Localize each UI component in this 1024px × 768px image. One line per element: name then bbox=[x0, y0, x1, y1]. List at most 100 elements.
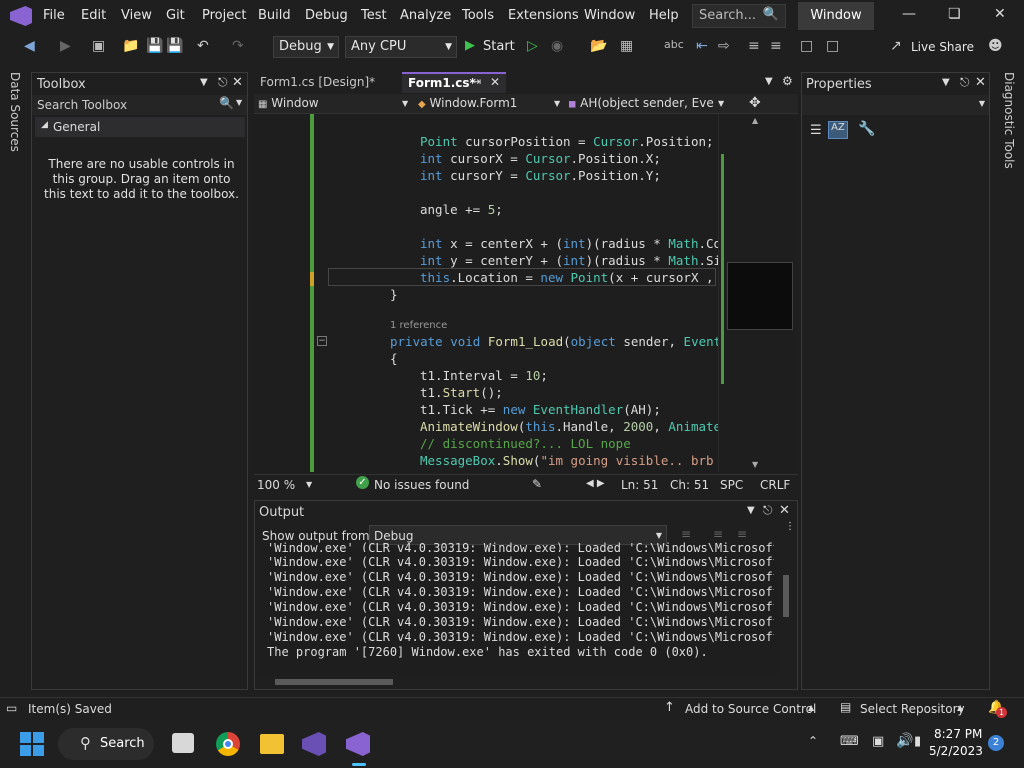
minimap-scrollbar[interactable]: ▲ ▼ bbox=[718, 114, 794, 472]
start-button[interactable]: Start bbox=[483, 39, 515, 54]
categorized-icon[interactable]: ☰ bbox=[810, 123, 822, 138]
indent-icon[interactable]: ⇨ bbox=[718, 38, 730, 54]
battery-icon[interactable]: ▮ bbox=[914, 734, 921, 749]
menu-edit[interactable]: Edit bbox=[81, 8, 106, 23]
menu-extensions[interactable]: Extensions bbox=[508, 8, 579, 23]
keyboard-icon[interactable]: ⌨ bbox=[840, 734, 859, 749]
forward-icon[interactable]: ▶ bbox=[60, 38, 71, 54]
properties-close-icon[interactable]: ✕ bbox=[975, 75, 986, 90]
redo-icon[interactable]: ↷ bbox=[232, 38, 244, 54]
windows-start-icon[interactable] bbox=[20, 732, 44, 756]
nav-arrows-icon[interactable]: ◀ ▶ bbox=[586, 478, 605, 489]
codelens-reference[interactable]: 1 reference bbox=[390, 320, 447, 331]
menu-debug[interactable]: Debug bbox=[305, 8, 348, 23]
task-view-icon[interactable] bbox=[172, 733, 194, 753]
word-wrap-icon[interactable]: ≡ bbox=[737, 527, 747, 541]
tab-overflow-icon[interactable]: ▼ bbox=[765, 76, 773, 87]
new-project-icon[interactable]: ▣ bbox=[92, 38, 105, 54]
toolbox-group-general[interactable]: ◢ General bbox=[35, 117, 245, 137]
diagnostic-tools-tab[interactable]: Diagnostic Tools bbox=[996, 70, 1022, 170]
start-without-debugging-icon[interactable]: ▷ bbox=[527, 38, 538, 54]
platform-select[interactable]: Any CPU ▼ bbox=[345, 36, 457, 58]
data-sources-tab[interactable]: Data Sources bbox=[0, 70, 28, 152]
volume-icon[interactable]: 🔊 bbox=[896, 733, 913, 749]
whitespace-mode[interactable]: SPC bbox=[720, 478, 743, 492]
menu-help[interactable]: Help bbox=[649, 8, 679, 23]
live-share-button[interactable]: Live Share bbox=[911, 40, 974, 54]
toolbox-dropdown-icon[interactable]: ▼ bbox=[200, 77, 208, 88]
pin-icon[interactable]: ⇥ bbox=[472, 75, 481, 88]
collapse-region-icon[interactable]: − bbox=[317, 336, 327, 346]
close-icon[interactable]: ✕ bbox=[490, 75, 500, 89]
save-icon[interactable]: 💾 bbox=[146, 38, 163, 54]
properties-dropdown-icon[interactable]: ▼ bbox=[942, 77, 950, 88]
chrome-icon[interactable] bbox=[216, 732, 240, 756]
zoom-dropdown-icon[interactable]: ▼ bbox=[306, 480, 312, 489]
tab-form1-design[interactable]: Form1.cs [Design]* bbox=[254, 72, 400, 93]
clear-all-icon[interactable]: ≡ bbox=[713, 527, 723, 541]
menu-build[interactable]: Build bbox=[258, 8, 291, 23]
zoom-level[interactable]: 100 % bbox=[257, 478, 295, 492]
file-explorer-icon[interactable] bbox=[260, 734, 284, 754]
open-folder-icon[interactable]: 📁 bbox=[122, 38, 139, 54]
maximize-icon[interactable]: ❏ bbox=[948, 6, 961, 22]
minimap-viewport[interactable] bbox=[727, 262, 793, 330]
save-all-icon[interactable]: 💾 bbox=[166, 38, 183, 54]
close-icon[interactable]: ✕ bbox=[994, 6, 1006, 22]
clock-date[interactable]: 5/2/2023 bbox=[929, 744, 983, 758]
brush-icon[interactable]: ✎ bbox=[532, 477, 542, 491]
config-select[interactable]: Debug ▼ bbox=[273, 36, 339, 58]
search-input[interactable]: Search... 🔍 bbox=[692, 4, 786, 28]
toolbox-pin-icon[interactable]: ⎋ bbox=[218, 75, 228, 90]
tray-chevron-icon[interactable]: ⌃ bbox=[808, 734, 818, 748]
start-play-icon[interactable]: ▶ bbox=[465, 38, 475, 53]
select-repository-button[interactable]: Select Repository bbox=[860, 702, 965, 716]
class-dropdown[interactable]: ◆ Window.Form1 ▼ bbox=[418, 96, 562, 110]
undo-icon[interactable]: ↶ bbox=[197, 38, 209, 54]
share-icon[interactable]: ↗ bbox=[890, 38, 902, 54]
menu-analyze[interactable]: Analyze bbox=[400, 8, 451, 23]
split-editor-icon[interactable]: ✥ bbox=[749, 95, 761, 111]
visual-studio-icon[interactable] bbox=[346, 732, 370, 756]
feedback-icon[interactable]: ☻ bbox=[988, 38, 1003, 54]
menu-window[interactable]: Window bbox=[584, 8, 635, 23]
network-icon[interactable]: ▣ bbox=[872, 734, 884, 749]
visual-studio-preview-icon[interactable] bbox=[302, 732, 326, 756]
toolbox-close-icon[interactable]: ✕ bbox=[232, 75, 243, 90]
output-close-icon[interactable]: ✕ bbox=[779, 503, 790, 518]
alphabetical-icon[interactable]: AZ bbox=[828, 121, 848, 139]
properties-object-select[interactable]: ▼ bbox=[802, 95, 989, 115]
menu-tools[interactable]: Tools bbox=[462, 8, 494, 23]
align-icon[interactable]: ⇤ bbox=[696, 38, 708, 54]
properties-pin-icon[interactable]: ⎋ bbox=[960, 75, 970, 90]
property-pages-icon[interactable]: 🔧 bbox=[858, 121, 875, 137]
menu-git[interactable]: Git bbox=[166, 8, 185, 23]
output-pin-icon[interactable]: ⎋ bbox=[763, 503, 773, 518]
scroll-down-icon[interactable]: ▼ bbox=[752, 460, 758, 469]
minimize-icon[interactable]: — bbox=[902, 6, 916, 22]
menu-view[interactable]: View bbox=[121, 8, 152, 23]
column-number[interactable]: Ch: 51 bbox=[670, 478, 709, 492]
comment-icon[interactable]: ≡ bbox=[748, 38, 760, 54]
spellcheck-icon[interactable]: abc bbox=[664, 38, 684, 51]
settings-icon[interactable]: ⚙ bbox=[782, 74, 793, 88]
tab-form1-cs[interactable]: Form1.cs* ⇥ ✕ bbox=[402, 72, 506, 93]
output-overflow-icon[interactable]: ⋮ bbox=[785, 521, 795, 532]
member-dropdown[interactable]: ◼ AH(object sender, Eve ▼ bbox=[568, 96, 728, 110]
output-vscroll[interactable] bbox=[779, 547, 795, 675]
folder-view-icon[interactable]: 📂 bbox=[590, 38, 607, 54]
menu-file[interactable]: File bbox=[43, 8, 65, 23]
toolbox-search-input[interactable]: Search Toolbox 🔍 ▼ bbox=[32, 95, 247, 115]
bookmark-next-icon[interactable]: □ bbox=[826, 38, 839, 54]
project-dropdown[interactable]: ▦ Window ▼ bbox=[258, 96, 408, 110]
back-icon[interactable]: ◀ bbox=[24, 38, 35, 54]
bookmark-icon[interactable]: □ bbox=[800, 38, 813, 54]
taskbar-search-button[interactable]: ⚲ Search bbox=[58, 728, 154, 760]
hot-reload-icon[interactable]: ◉ bbox=[551, 38, 563, 54]
menu-project[interactable]: Project bbox=[202, 8, 246, 23]
layout-icon[interactable]: ▦ bbox=[620, 38, 633, 54]
clock-time[interactable]: 8:27 PM bbox=[934, 727, 982, 741]
line-number[interactable]: Ln: 51 bbox=[621, 478, 658, 492]
uncomment-icon[interactable]: ≡ bbox=[770, 38, 782, 54]
add-to-source-control-button[interactable]: Add to Source Control bbox=[685, 702, 816, 716]
